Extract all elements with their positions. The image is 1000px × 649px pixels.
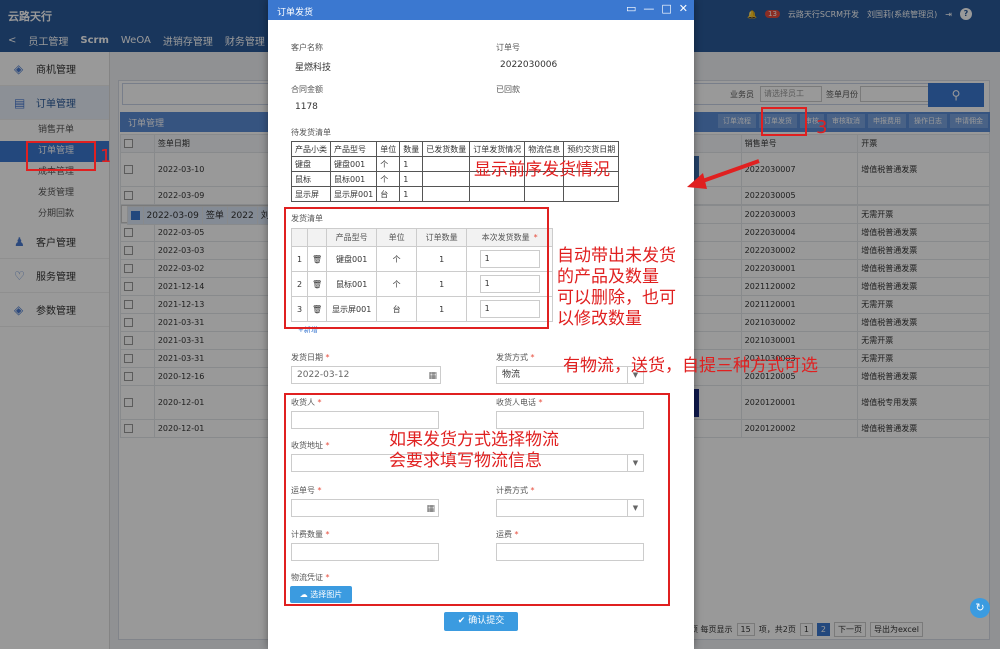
check-icon: ✔	[457, 616, 466, 626]
pending-list-title: 待发货清单	[291, 128, 331, 137]
pending-cell	[422, 186, 471, 202]
screen-icon[interactable]: ▭	[626, 2, 636, 15]
pending-cell: 鼠标001	[329, 171, 378, 187]
annotation-logistics-info: 如果发货方式选择物流 会要求填写物流信息	[389, 430, 559, 471]
dialog-header: 订单发货 ▭ — □ ✕	[268, 0, 694, 20]
pending-cell	[524, 186, 565, 202]
pending-column-header: 数量	[399, 141, 424, 157]
pending-cell: 键盘	[291, 156, 331, 172]
annotation-step-3: 3	[816, 117, 828, 138]
order-no-value: 2022030006	[500, 60, 558, 70]
required-mark: *	[530, 353, 535, 362]
annotation-box-logistics	[284, 393, 670, 606]
refresh-float-button[interactable]: ↻	[970, 598, 990, 618]
pending-column-header: 产品型号	[329, 141, 378, 157]
amount-value: 1178	[295, 102, 318, 112]
annotation-prior-shipments: 显示前序发货情况	[474, 160, 610, 180]
pending-column-header: 已发货数量	[422, 141, 471, 157]
label-text: 发货方式	[496, 353, 528, 362]
annotation-auto-fill: 自动带出未发货 的产品及数量 可以删除，也可 以修改数量	[557, 246, 676, 329]
pending-cell	[563, 186, 620, 202]
pending-cell: 鼠标	[291, 171, 331, 187]
pending-cell	[469, 186, 526, 202]
required-mark: *	[325, 353, 330, 362]
annotation-step-1: 1	[100, 146, 112, 167]
page: { "app": {"logo": "云路天行", "nav_back": "<…	[0, 0, 1000, 649]
submit-label: 确认提交	[468, 616, 505, 626]
customer-value: 星燃科技	[295, 63, 332, 73]
ship-method-label: 发货方式 *	[496, 352, 535, 363]
pending-column-header: 物流信息	[524, 141, 565, 157]
pending-cell: 1	[399, 156, 424, 172]
pending-cell: 台	[376, 186, 401, 202]
pending-header-row: 产品小类 产品型号 单位 数量 已发货数量 订单发货情况 物流信息 预约交货日期	[291, 141, 620, 157]
pending-cell	[422, 156, 471, 172]
pending-column-header: 单位	[376, 141, 401, 157]
pending-column-header: 订单发货情况	[469, 141, 526, 157]
pending-cell: 显示屏001	[329, 186, 378, 202]
pending-cell: 显示屏	[291, 186, 331, 202]
annotation-box-ship-list	[284, 207, 549, 329]
dialog-controls: ▭ — □ ✕	[619, 2, 688, 15]
pending-cell	[422, 171, 471, 187]
customer-label: 客户名称	[291, 43, 323, 52]
pending-row: 显示屏 显示屏001 台 1	[291, 186, 620, 202]
received-label: 已回款	[496, 85, 520, 94]
label-text: 发货日期	[291, 353, 323, 362]
pending-cell: 个	[376, 171, 401, 187]
ship-date-label: 发货日期 *	[291, 352, 330, 363]
dialog-title: 订单发货	[277, 8, 314, 18]
refresh-icon: ↻	[975, 601, 985, 614]
annotation-box-ship-button	[761, 107, 807, 136]
pending-cell: 键盘001	[329, 156, 378, 172]
maximize-icon[interactable]: □	[661, 2, 671, 15]
submit-button[interactable]: ✔ 确认提交	[444, 612, 518, 631]
ship-date-input[interactable]: 2022-03-12 ▦	[291, 366, 441, 384]
annotation-box-sidebar	[26, 141, 96, 171]
minimize-icon[interactable]: —	[643, 2, 654, 15]
pending-column-header: 预约交货日期	[563, 141, 620, 157]
order-no-label: 订单号	[496, 43, 520, 52]
annotation-arrow	[687, 159, 760, 189]
pending-cell: 个	[376, 156, 401, 172]
pending-cell: 1	[399, 171, 424, 187]
pending-cell: 1	[399, 186, 424, 202]
amount-label: 合同金额	[291, 85, 323, 94]
ship-method-value: 物流	[502, 370, 521, 380]
ship-date-value: 2022-03-12	[297, 370, 350, 380]
calendar-icon: ▦	[428, 371, 437, 381]
pending-column-header: 产品小类	[291, 141, 331, 157]
annotation-ship-methods: 有物流，送货，自提三种方式可选	[563, 356, 818, 376]
close-icon[interactable]: ✕	[679, 2, 688, 15]
